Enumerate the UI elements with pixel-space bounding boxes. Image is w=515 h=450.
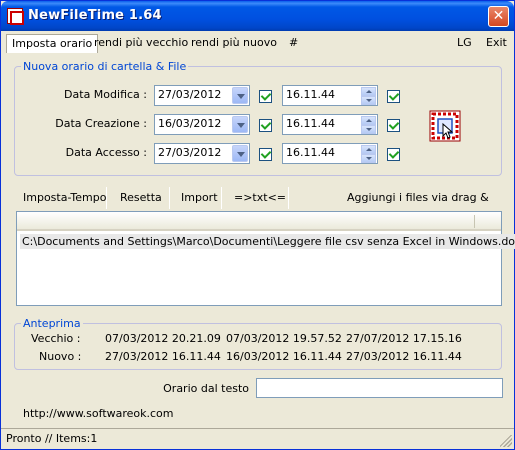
date-creazione-picker[interactable]: 16/03/2012 [154, 114, 250, 135]
date-creazione-checkbox[interactable] [259, 119, 272, 132]
menu-imposta-orario[interactable]: Imposta orario [6, 34, 99, 53]
date-modifica-checkbox[interactable] [259, 90, 272, 103]
time-modifica-spin-down-icon[interactable] [361, 96, 376, 105]
toolbar-separator [169, 187, 170, 209]
preview-group-title: Anteprima [21, 317, 83, 330]
preview-old-label: Vecchio : [31, 332, 81, 345]
time-creazione-value: 16.11.44 [286, 117, 335, 130]
imposta-tempo-button[interactable]: Imposta-Tempo [23, 189, 106, 207]
time-creazione-spin-up-icon[interactable] [361, 116, 376, 125]
date-accesso-checkbox[interactable] [259, 148, 272, 161]
date-modifica-dropdown-icon[interactable] [232, 87, 248, 104]
newfiletime-logo-icon[interactable] [429, 110, 461, 142]
time-creazione-checkbox[interactable] [387, 119, 400, 132]
txt-button[interactable]: =>txt<= [234, 189, 286, 207]
time-creazione-spin-down-icon[interactable] [361, 125, 376, 134]
date-creazione-dropdown-icon[interactable] [232, 116, 248, 133]
app-icon[interactable] [7, 8, 24, 25]
window-title: NewFileTime 1.64 [28, 8, 162, 23]
time-modifica-checkbox[interactable] [387, 90, 400, 103]
time-accesso-spin-up-icon[interactable] [361, 145, 376, 154]
website-link[interactable]: http://www.softwareok.com [23, 407, 174, 420]
toolbar-separator [221, 187, 222, 209]
time-modifica-value: 16.11.44 [286, 88, 335, 101]
date-accesso-value: 27/03/2012 [158, 146, 222, 159]
menu-rendi-piu-nuovo[interactable]: rendi più nuovo [186, 34, 282, 53]
file-list[interactable]: C:\Documents and Settings\Marco\Document… [16, 211, 515, 306]
time-accesso-checkbox[interactable] [387, 148, 400, 161]
import-button[interactable]: Import [181, 189, 218, 207]
label-data-creazione: Data Creazione : [55, 117, 147, 130]
preview-new-label: Nuovo : [39, 350, 82, 363]
menu-bar: Imposta orario rendi più vecchio rendi p… [1, 31, 514, 55]
menu-lg[interactable]: LG [452, 34, 477, 53]
preview-new-value-1: 27/03/2012 16.11.44 [105, 350, 221, 363]
time-modifica-field[interactable]: 16.11.44 [282, 85, 378, 106]
file-list-header[interactable] [17, 212, 501, 231]
date-accesso-picker[interactable]: 27/03/2012 [154, 143, 250, 164]
time-modifica-spin-up-icon[interactable] [361, 87, 376, 96]
preview-old-value-3: 27/07/2012 17.15.16 [346, 332, 462, 345]
time-accesso-value: 16.11.44 [286, 146, 335, 159]
date-creazione-value: 16/03/2012 [158, 117, 222, 130]
resize-grip-icon[interactable] [500, 435, 512, 447]
label-data-modifica: Data Modifica : [64, 88, 147, 101]
new-time-group-title: Nuova orario di cartella & File [21, 60, 189, 73]
date-modifica-value: 27/03/2012 [158, 88, 222, 101]
menu-hash[interactable]: # [284, 34, 303, 53]
toolbar-separator [288, 187, 289, 209]
menu-exit[interactable]: Exit [481, 34, 512, 53]
add-files-dropdown[interactable]: Aggiungi i files via drag & drop [347, 189, 514, 222]
close-button[interactable]: ✕ [488, 6, 509, 27]
list-item[interactable]: C:\Documents and Settings\Marco\Document… [20, 234, 515, 249]
menu-rendi-piu-vecchio[interactable]: rendi più vecchio [89, 34, 193, 53]
time-creazione-field[interactable]: 16.11.44 [282, 114, 378, 135]
preview-new-value-2: 16/03/2012 16.11.44 [226, 350, 342, 363]
file-list-header-separator[interactable] [474, 215, 475, 228]
status-text: Pronto // Items:1 [6, 432, 98, 445]
preview-new-value-3: 27/03/2012 16.11.44 [346, 350, 462, 363]
date-accesso-dropdown-icon[interactable] [232, 145, 248, 162]
orario-dal-testo-input[interactable] [256, 378, 503, 398]
resetta-button[interactable]: Resetta [120, 189, 162, 207]
toolbar-separator [106, 187, 107, 209]
status-bar: Pronto // Items:1 [1, 428, 514, 449]
preview-old-value-2: 07/03/2012 19.57.52 [226, 332, 342, 345]
orario-dal-testo-label: Orario dal testo [163, 382, 249, 395]
time-accesso-spin-down-icon[interactable] [361, 154, 376, 163]
time-accesso-field[interactable]: 16.11.44 [282, 143, 378, 164]
app-window: NewFileTime 1.64 ✕ Imposta orario rendi … [0, 0, 515, 450]
title-bar[interactable]: NewFileTime 1.64 ✕ [1, 1, 514, 31]
label-data-accesso: Data Accesso : [65, 146, 147, 159]
date-modifica-picker[interactable]: 27/03/2012 [154, 85, 250, 106]
preview-old-value-1: 07/03/2012 20.21.09 [105, 332, 221, 345]
